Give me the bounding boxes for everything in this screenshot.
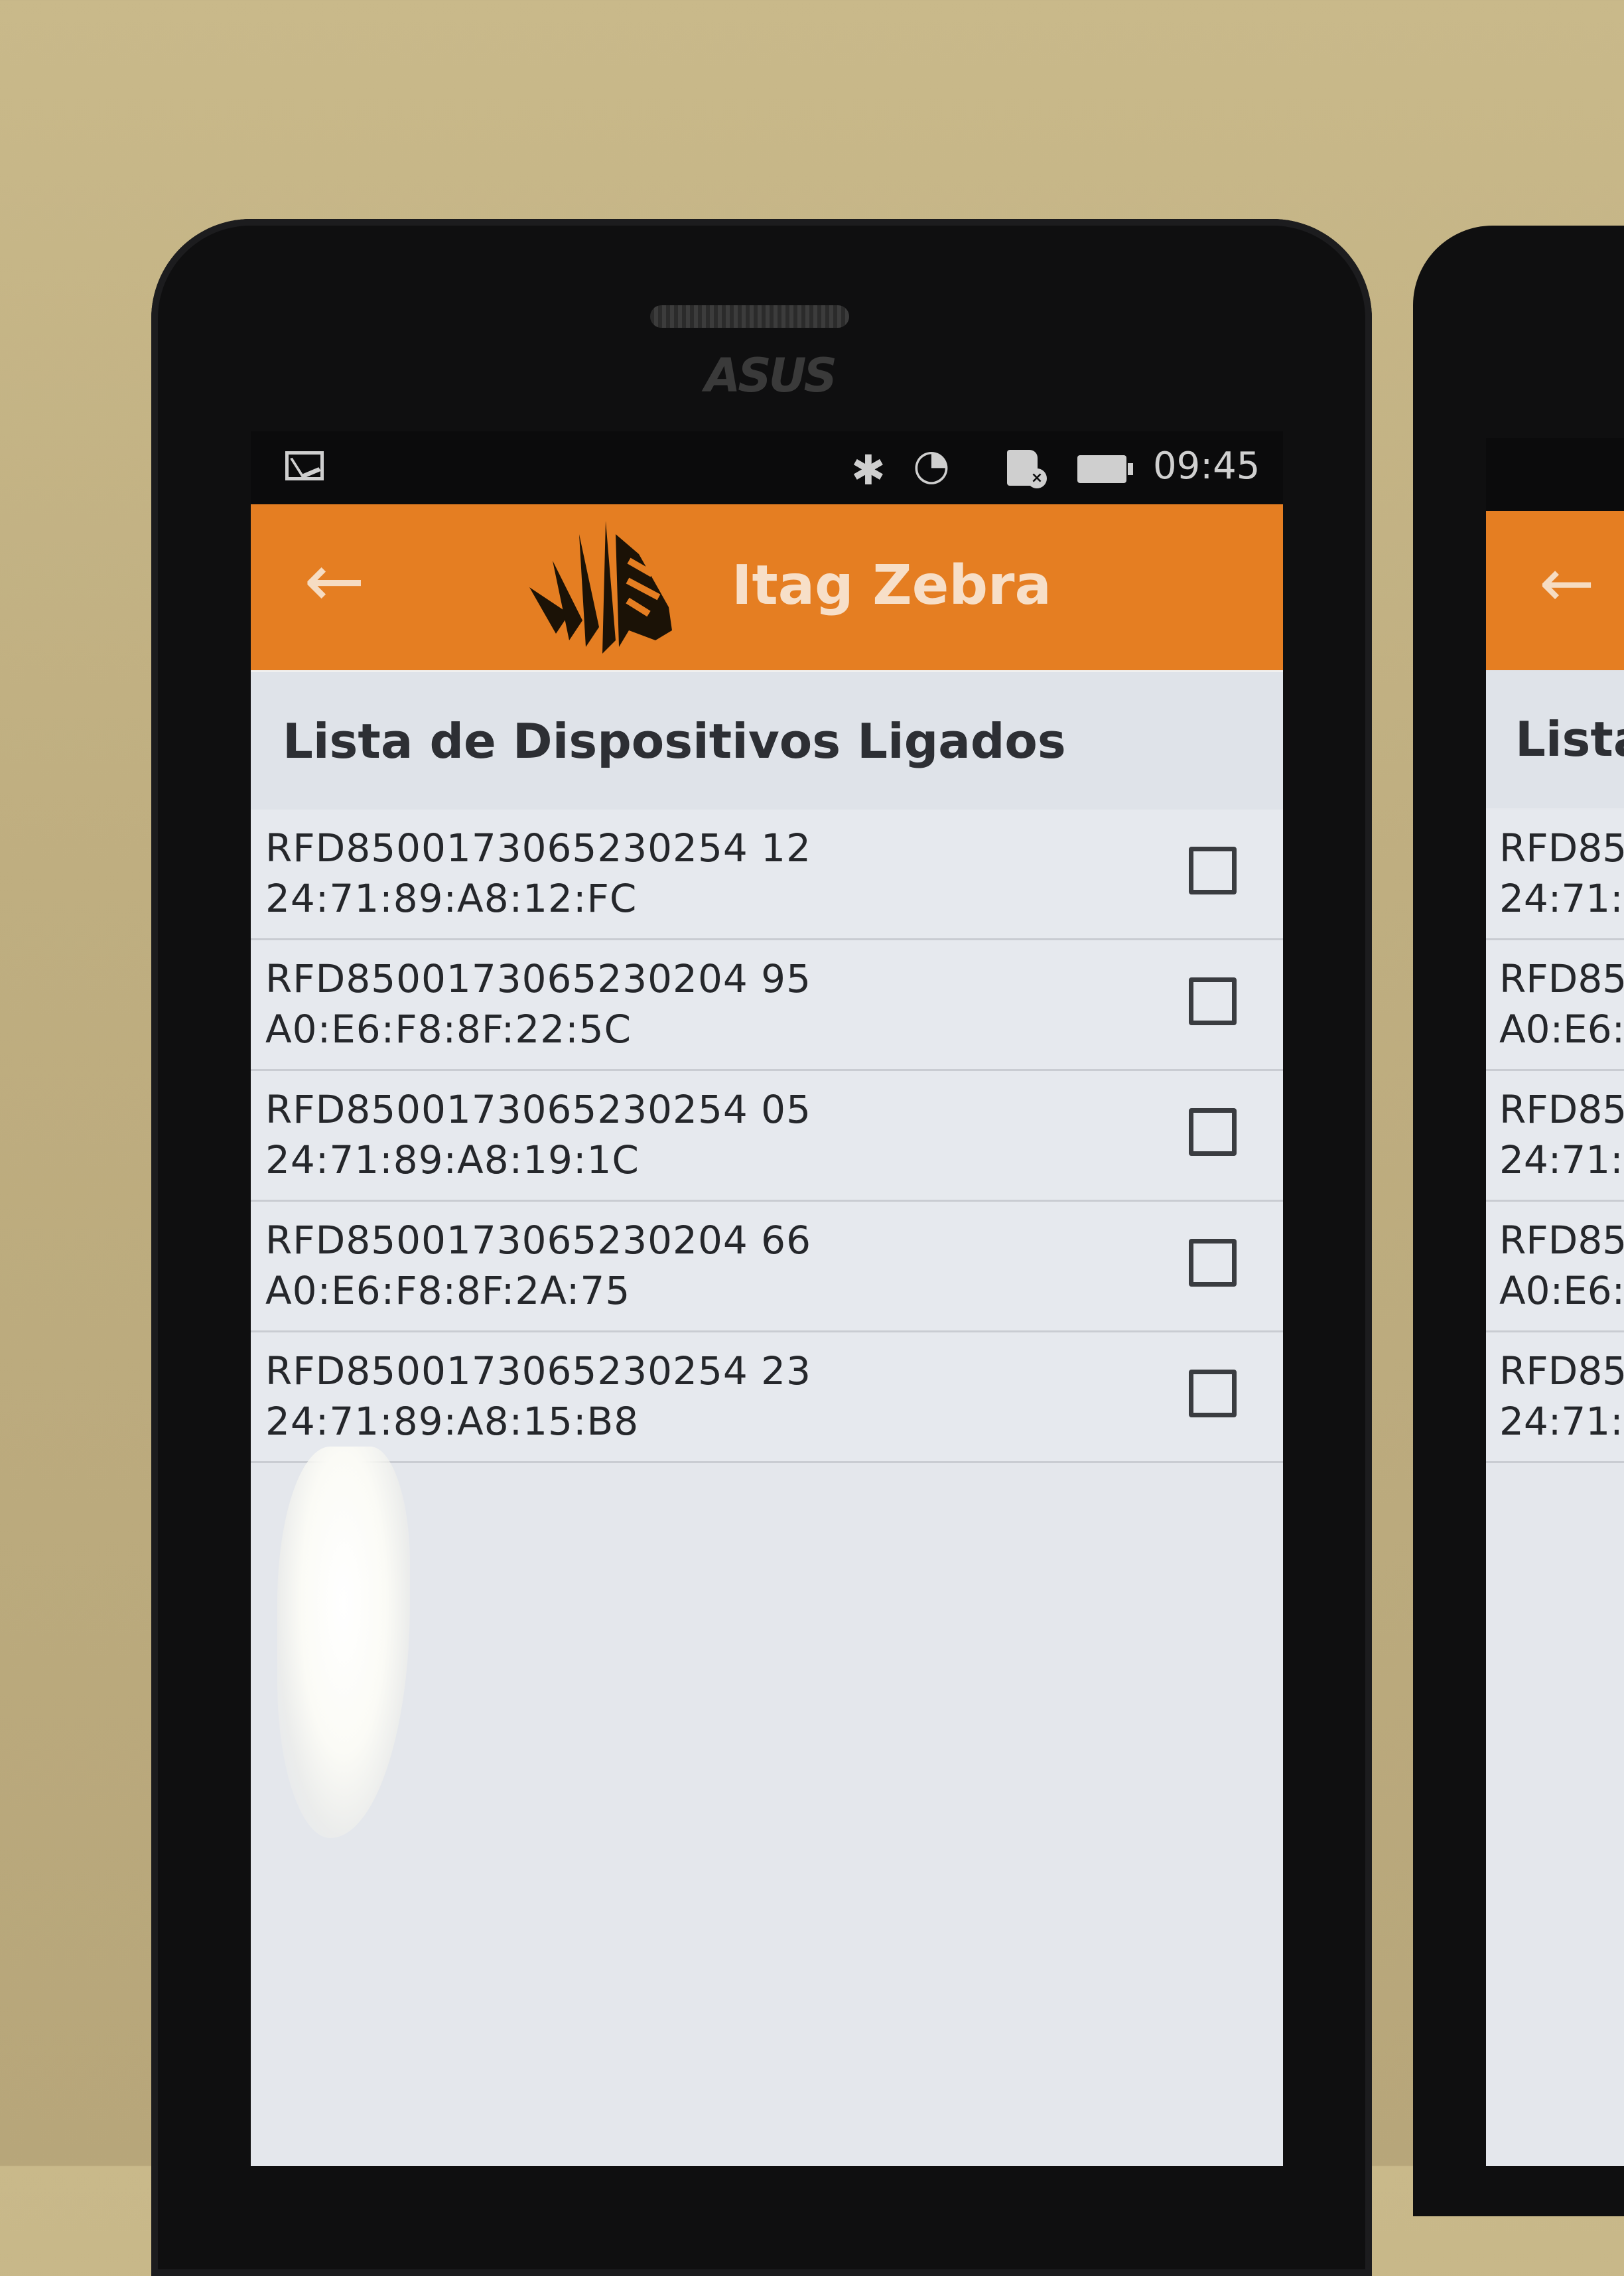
device-name: RFD85: [1499, 1087, 1624, 1132]
list-item[interactable]: RFD8500173065230204 95 A0:E6:F8:8F:22:5C: [251, 940, 1283, 1071]
list-item[interactable]: RFD85 A0:E6:: [1486, 940, 1624, 1071]
device-mac: 24:71:: [1499, 876, 1623, 921]
sd-card-error-icon: ×: [1007, 450, 1047, 488]
list-item[interactable]: RFD8500173065230254 23 24:71:89:A8:15:B8: [251, 1332, 1283, 1463]
list-item[interactable]: RFD85 24:71:: [1486, 1332, 1624, 1463]
device-name: RFD8500173065230204 95: [265, 956, 811, 1001]
second-app-bar: ←: [1486, 511, 1624, 670]
arrow-left-icon[interactable]: ←: [304, 544, 365, 617]
list-item[interactable]: RFD8500173065230254 05 24:71:89:A8:19:1C: [251, 1071, 1283, 1202]
device-checkbox[interactable]: [1189, 847, 1237, 894]
device-checkbox[interactable]: [1189, 977, 1237, 1025]
device-mac: A0:E6:: [1499, 1268, 1624, 1313]
device-mac: A0:E6:F8:8F:22:5C: [265, 1007, 632, 1052]
arrow-left-icon[interactable]: ←: [1539, 544, 1595, 622]
list-item[interactable]: RFD85 A0:E6:: [1486, 1202, 1624, 1332]
gmail-icon: [285, 451, 324, 480]
device-mac: 24:71:89:A8:15:B8: [265, 1399, 640, 1444]
second-list-header: Lista: [1486, 670, 1624, 808]
status-bar: ✱ ◔ × 09:45: [251, 431, 1283, 504]
list-item[interactable]: RFD8500173065230204 66 A0:E6:F8:8F:2A:75: [251, 1202, 1283, 1332]
battery-icon: [1077, 455, 1133, 483]
device-mac: 24:71:: [1499, 1137, 1623, 1182]
device-mac: A0:E6:: [1499, 1007, 1624, 1052]
zebra-logo: [529, 521, 672, 654]
second-phone-screen: ← Lista RFD85 24:71: RFD85 A0:E6: RFD85 …: [1486, 438, 1624, 2166]
device-mac: 24:71:89:A8:19:1C: [265, 1137, 640, 1182]
device-mac: 24:71:89:A8:12:FC: [265, 876, 638, 921]
wifi-icon: ◔: [913, 441, 950, 490]
device-mac: 24:71:: [1499, 1399, 1623, 1444]
device-name: RFD85: [1499, 956, 1624, 1001]
device-name: RFD85: [1499, 1218, 1624, 1263]
device-name: RFD8500173065230204 66: [265, 1218, 811, 1263]
device-checkbox[interactable]: [1189, 1370, 1237, 1417]
list-item[interactable]: RFD85 24:71:: [1486, 810, 1624, 940]
second-list-title: Lista: [1515, 711, 1624, 767]
device-checkbox[interactable]: [1189, 1239, 1237, 1287]
device-name: RFD8500173065230254 23: [265, 1348, 811, 1393]
device-mac: A0:E6:F8:8F:2A:75: [265, 1268, 631, 1313]
earpiece-speaker: [650, 305, 849, 328]
device-list: RFD8500173065230254 12 24:71:89:A8:12:FC…: [251, 810, 1283, 1463]
status-time: 09:45: [1153, 445, 1260, 488]
device-name: RFD85: [1499, 1348, 1624, 1393]
phone-screen: ✱ ◔ × 09:45 ← Itag Zebra Lista de Dispos…: [251, 431, 1283, 2166]
list-header: Lista de Dispositivos Ligados: [251, 670, 1283, 810]
screen-glare: [277, 1447, 410, 1838]
second-device-list: RFD85 24:71: RFD85 A0:E6: RFD85 24:71: R…: [1486, 810, 1624, 1463]
device-name: RFD8500173065230254 12: [265, 825, 811, 871]
device-checkbox[interactable]: [1189, 1108, 1237, 1156]
app-bar: ← Itag Zebra: [251, 504, 1283, 670]
device-name: RFD85: [1499, 825, 1624, 871]
app-title: Itag Zebra: [732, 554, 1051, 617]
second-status-bar: [1486, 438, 1624, 511]
list-title: Lista de Dispositivos Ligados: [283, 713, 1066, 769]
list-item[interactable]: RFD85 24:71:: [1486, 1071, 1624, 1202]
bluetooth-icon: ✱: [851, 446, 886, 494]
device-brand: ASUS: [705, 348, 837, 403]
device-name: RFD8500173065230254 05: [265, 1087, 811, 1132]
list-item[interactable]: RFD8500173065230254 12 24:71:89:A8:12:FC: [251, 810, 1283, 940]
